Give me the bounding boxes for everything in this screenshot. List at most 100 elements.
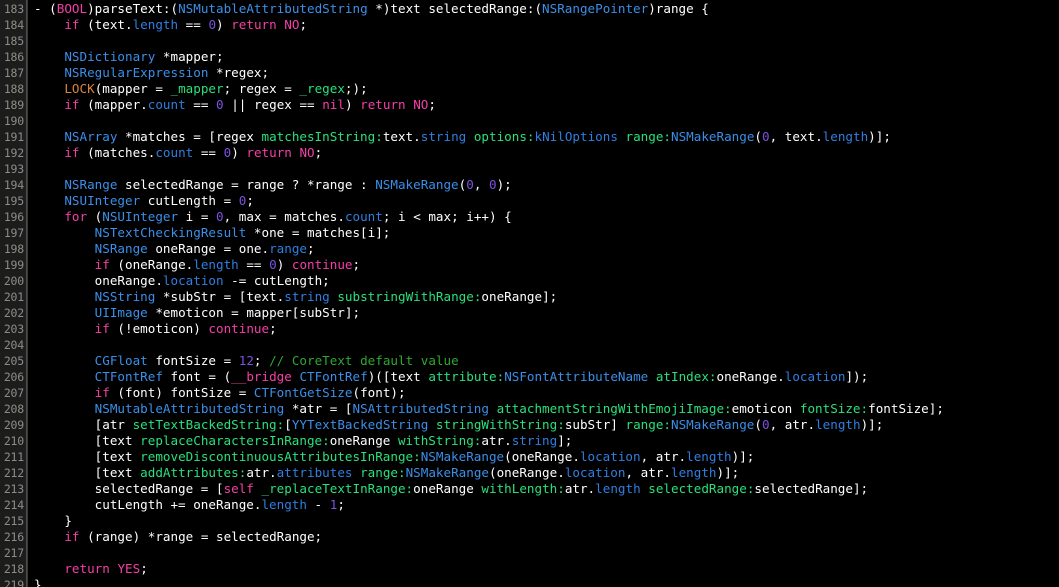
code-token-macro: LOCK: [64, 81, 95, 96]
code-line[interactable]: - (BOOL)parseText:(NSMutableAttributedSt…: [34, 1, 1059, 17]
code-line[interactable]: if (font) fontSize = CTFontGetSize(font)…: [34, 385, 1059, 401]
code-token-plain: ==: [193, 145, 224, 160]
code-token-sel: withString:: [397, 433, 482, 448]
code-line[interactable]: NSRange selectedRange = range ? *range :…: [34, 177, 1059, 193]
code-token-prop: length: [193, 257, 239, 272]
code-token-plain: *one = matches[i];: [246, 225, 391, 240]
code-token-plain: , max = matches.: [223, 209, 345, 224]
code-line[interactable]: NSArray *matches = [regex matchesInStrin…: [34, 129, 1059, 145]
code-text-area[interactable]: - (BOOL)parseText:(NSMutableAttributedSt…: [28, 0, 1059, 587]
code-line[interactable]: NSString *subStr = [text.string substrin…: [34, 289, 1059, 305]
line-number: 203: [3, 322, 24, 336]
code-line[interactable]: [text replaceCharactersInRange:oneRange …: [34, 433, 1059, 449]
code-token-plain: ;: [307, 241, 315, 256]
code-token-sel: fontSize:: [799, 401, 869, 416]
code-line[interactable]: }: [34, 513, 1059, 529]
code-token-num: 0: [762, 129, 770, 144]
code-line[interactable]: [34, 545, 1059, 561]
code-token-plain: [: [284, 417, 292, 432]
code-token-plain: (matches.: [79, 145, 156, 160]
code-token-ivar: _mapper: [170, 81, 224, 96]
code-line[interactable]: NSTextCheckingResult *one = matches[i];: [34, 225, 1059, 241]
code-token-plain: text.: [382, 129, 421, 144]
code-line[interactable]: if (mapper.count == 0 || regex == nil) r…: [34, 97, 1059, 113]
code-line[interactable]: if (!emoticon) continue;: [34, 321, 1059, 337]
code-token-type: NSMakeRange: [670, 417, 755, 432]
code-token-type: NSFontAttributeName: [504, 369, 649, 384]
code-token-plain: (mapper.: [79, 97, 148, 112]
code-token-prop: location: [784, 369, 846, 384]
code-token-plain: (oneRange.: [504, 449, 580, 464]
line-number: 207: [3, 386, 24, 400]
code-line[interactable]: [34, 113, 1059, 129]
code-line[interactable]: if (oneRange.length == 0) continue;: [34, 257, 1059, 273]
code-line[interactable]: NSRange oneRange = one.range;: [34, 241, 1059, 257]
code-line[interactable]: }: [34, 577, 1059, 587]
code-token-plain: )];: [716, 465, 740, 480]
code-line[interactable]: for (NSUInteger i = 0, max = matches.cou…: [34, 209, 1059, 225]
line-number: 194: [3, 178, 24, 192]
code-token-prop: attributes: [276, 465, 353, 480]
code-token-plain: }: [34, 577, 42, 587]
code-token-plain: , atr.: [769, 417, 816, 432]
code-line[interactable]: [34, 337, 1059, 353]
code-line[interactable]: if (matches.count == 0) return NO;: [34, 145, 1059, 161]
code-line[interactable]: CTFontRef font = (__bridge CTFontRef)([t…: [34, 369, 1059, 385]
code-token-prop: range: [269, 241, 307, 256]
code-token-plain: ==: [178, 17, 209, 32]
code-token-kw: NO: [413, 97, 429, 112]
code-token-plain: ;: [314, 145, 323, 160]
code-token-kw: return: [246, 145, 292, 160]
code-token-type: NSAttributedString: [352, 401, 489, 416]
code-token-kw: self: [223, 481, 254, 496]
code-token-prop: length: [815, 417, 861, 432]
code-line[interactable]: CGFloat fontSize = 12; // CoreText defau…: [34, 353, 1059, 369]
code-token-prop: string: [511, 433, 558, 448]
line-number: 184: [3, 18, 24, 32]
code-token-plain: , atr.: [625, 465, 671, 480]
code-line[interactable]: cutLength += oneRange.length - 1;: [34, 497, 1059, 513]
code-token-sel: _replaceTextInRange:: [261, 481, 414, 496]
code-line[interactable]: if (text.length == 0) return NO;: [34, 17, 1059, 33]
line-number-gutter[interactable]: 183 184 185 186 187 188 189 190 191 192 193 194 195 1…: [0, 0, 28, 587]
code-line[interactable]: [34, 33, 1059, 49]
code-line[interactable]: NSMutableAttributedString *atr = [NSAttr…: [34, 401, 1059, 417]
code-line[interactable]: return YES;: [34, 561, 1059, 577]
code-token-sel: attribute:: [428, 369, 505, 384]
line-number: 211: [3, 450, 24, 464]
code-line[interactable]: [text removeDiscontinuousAttributesInRan…: [34, 449, 1059, 465]
code-token-prop: location: [162, 273, 224, 288]
code-line[interactable]: oneRange.location -= cutLength;: [34, 273, 1059, 289]
code-line[interactable]: [text addAttributes:atr.attributes range…: [34, 465, 1059, 481]
code-editor[interactable]: 183 184 185 186 187 188 189 190 191 192 193 194 195 1…: [0, 0, 1059, 587]
code-line[interactable]: NSDictionary *mapper;: [34, 49, 1059, 65]
line-number: 205: [3, 354, 24, 368]
code-token-ivar: _regex: [299, 81, 345, 96]
code-line[interactable]: NSUInteger cutLength = 0;: [34, 193, 1059, 209]
code-line[interactable]: [34, 161, 1059, 177]
line-number: 204: [3, 338, 24, 352]
code-token-plain: ;: [246, 193, 254, 208]
code-token-sel: replaceCharactersInRange:: [140, 433, 330, 448]
code-token-plain: atr.: [246, 465, 277, 480]
code-token-plain: (!emoticon): [109, 321, 209, 336]
code-line[interactable]: [atr setTextBackedString:[YYTextBackedSt…: [34, 417, 1059, 433]
code-line[interactable]: UIImage *emoticon = mapper[subStr];: [34, 305, 1059, 321]
code-line[interactable]: selectedRange = [self _replaceTextInRang…: [34, 481, 1059, 497]
code-line[interactable]: LOCK(mapper = _mapper; regex = _regex;);: [34, 81, 1059, 97]
code-token-plain: (oneRange.: [109, 257, 194, 272]
code-token-plain: oneRange: [329, 433, 398, 448]
code-token-plain: ,: [473, 177, 489, 192]
code-token-plain: ==: [238, 257, 270, 272]
code-line[interactable]: if (range) *range = selectedRange;: [34, 529, 1059, 545]
code-token-plain: ; regex =: [223, 81, 300, 96]
code-token-num: 0: [269, 257, 277, 272]
code-token-plain: subStr]: [564, 417, 626, 432]
code-token-plain: ;: [253, 353, 270, 368]
code-line[interactable]: NSRegularExpression *regex;: [34, 65, 1059, 81]
